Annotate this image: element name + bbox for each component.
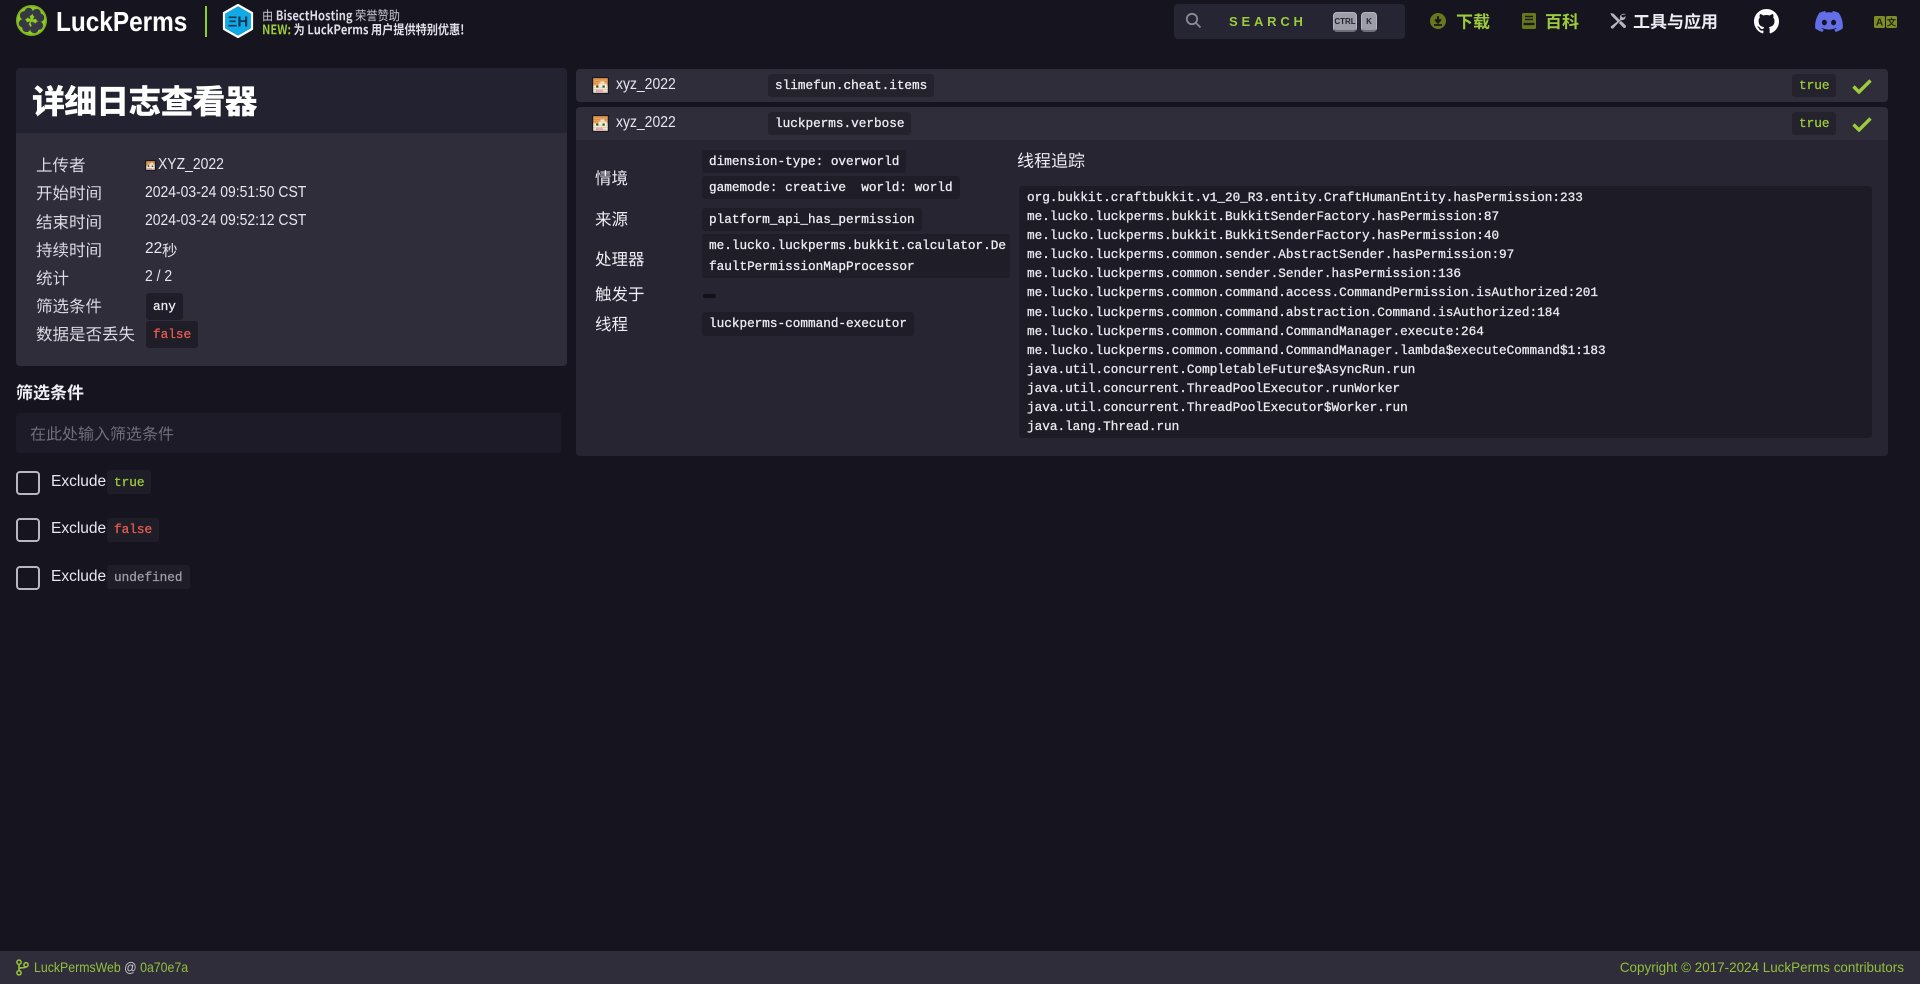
svg-text:文: 文 (1886, 17, 1897, 28)
svg-text:A: A (1876, 18, 1883, 29)
svg-text:ΞH: ΞH (228, 14, 249, 31)
